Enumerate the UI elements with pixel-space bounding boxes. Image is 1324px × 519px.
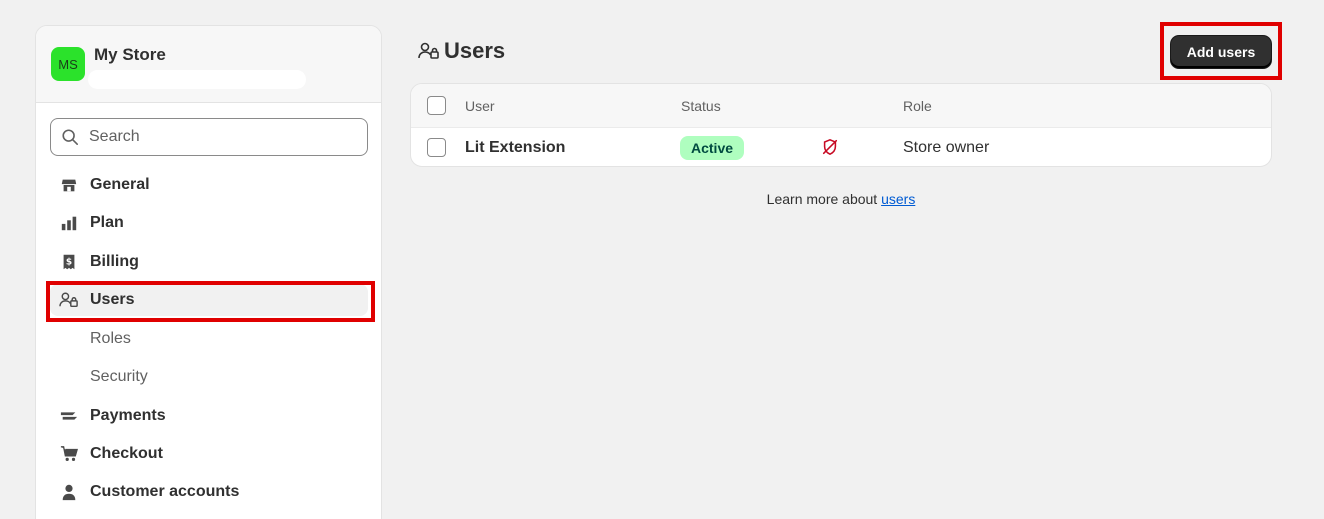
search-input[interactable] — [89, 128, 339, 146]
sidebar-item-payments[interactable]: Payments — [50, 400, 368, 432]
store-icon — [58, 174, 80, 196]
column-header-status: Status — [681, 98, 721, 114]
column-header-user: User — [465, 98, 495, 114]
sidebar-item-general[interactable]: General — [50, 169, 368, 201]
learn-more-text: Learn more about — [766, 191, 878, 207]
users-highlight-box — [46, 281, 375, 322]
shield-off-icon — [822, 138, 838, 156]
store-name: My Store — [94, 45, 166, 64]
sidebar-item-plan[interactable]: Plan — [50, 207, 368, 239]
learn-more: Learn more about users — [410, 191, 1272, 207]
learn-more-link[interactable]: users — [881, 191, 915, 207]
user-name[interactable]: Lit Extension — [465, 139, 565, 157]
table-header: User Status Role — [411, 84, 1271, 128]
sidebar-item-label: Customer accounts — [90, 483, 240, 500]
add-users-button[interactable]: Add users — [1171, 36, 1271, 68]
person-icon — [58, 481, 80, 503]
sidebar-item-checkout[interactable]: Checkout — [50, 438, 368, 470]
page-title: Users — [418, 38, 505, 64]
sidebar-item-label: General — [90, 176, 150, 193]
sidebar-item-label: Payments — [90, 407, 166, 424]
cart-icon — [58, 443, 80, 465]
column-header-role: Role — [903, 98, 932, 114]
store-url-redacted — [88, 70, 306, 89]
payments-icon — [58, 405, 80, 427]
sidebar-item-label: Roles — [90, 330, 131, 347]
store-header[interactable]: MS My Store — [36, 26, 381, 103]
sidebar-item-customer-accounts[interactable]: Customer accounts — [50, 476, 368, 508]
table-row[interactable]: Lit Extension Active Store owner — [411, 128, 1271, 166]
settings-sidebar: MS My Store General Plan $ Billing — [35, 25, 382, 519]
plan-icon — [58, 212, 80, 234]
sidebar-item-billing[interactable]: $ Billing — [50, 246, 368, 278]
sidebar-item-roles[interactable]: Roles — [50, 323, 368, 355]
users-icon — [418, 42, 439, 59]
sidebar-item-label: Billing — [90, 253, 139, 270]
sidebar-item-label: Checkout — [90, 445, 163, 462]
status-badge: Active — [680, 136, 745, 160]
users-table: User Status Role Lit Extension Active St… — [410, 83, 1272, 167]
sidebar-item-security[interactable]: Security — [50, 361, 368, 393]
page-title-text: Users — [444, 38, 506, 63]
svg-text:$: $ — [66, 258, 72, 268]
search-icon — [62, 129, 79, 146]
select-all-checkbox[interactable] — [427, 96, 446, 115]
store-avatar: MS — [51, 47, 85, 81]
user-role: Store owner — [903, 139, 990, 156]
search-field[interactable] — [50, 118, 368, 156]
row-checkbox[interactable] — [427, 138, 446, 157]
sidebar-item-label: Security — [90, 368, 148, 385]
billing-icon: $ — [58, 251, 80, 273]
sidebar-item-label: Plan — [90, 214, 124, 231]
add-users-highlight-box: Add users — [1160, 22, 1282, 80]
